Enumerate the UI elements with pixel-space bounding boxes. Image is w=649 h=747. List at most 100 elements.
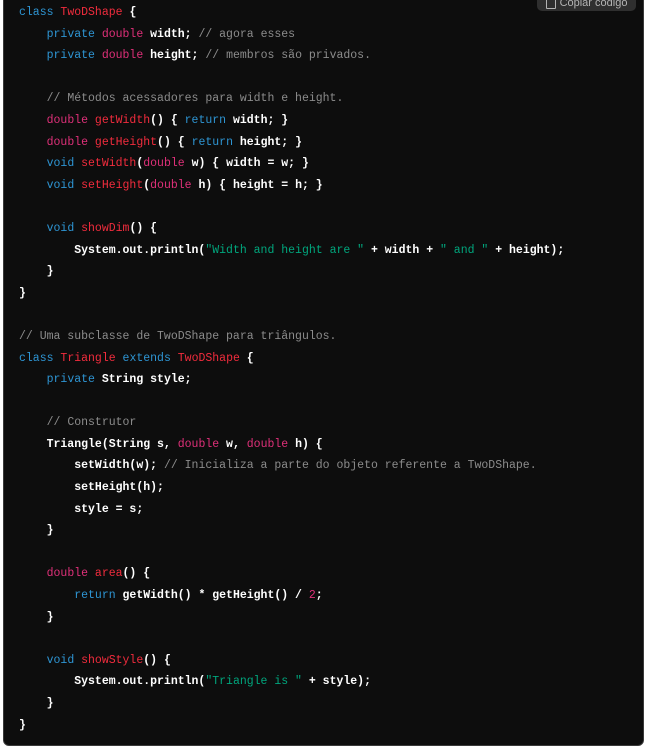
code-line: // Construtor [19,412,564,434]
type-token: 2 [308,589,316,603]
comment-token: // Uma subclasse de TwoDShape para triân… [19,329,337,343]
code-token: width; } [232,113,289,127]
code-token: height; } [239,135,302,149]
code-token: style = s; [19,502,144,516]
code-line: void showDim() { [19,218,564,240]
code-line: // Métodos acessadores para width e heig… [19,88,564,110]
code-token: } [19,697,54,710]
code-line: } [19,715,564,737]
code-token: setHeight(h); [19,481,164,495]
comment-token: // Métodos acessadores para width e heig… [46,92,344,106]
code-line: class Triangle extends TwoDShape { [19,348,564,370]
keyword-token: void [46,221,82,235]
code-token: System.out.println( [19,675,206,689]
code-line: private String style; [19,369,564,391]
code-line: // Uma subclasse de TwoDShape para triân… [19,326,564,348]
type-token: double [101,27,151,41]
comment-token: // Inicializa a parte do objeto referent… [163,459,537,473]
type-token: double [46,567,95,581]
code-line: } [19,607,564,629]
code-content: class TwoDShape { private double width; … [19,2,564,736]
code-line: setHeight(h); [19,477,564,499]
code-token: width; [150,27,199,41]
identifier-token: area [94,567,123,581]
code-token: System.out.println( [19,243,206,257]
code-token: + height); [488,243,565,257]
code-line: } [19,693,564,715]
code-token: Triangle(String s, [19,437,178,451]
keyword-token: return [184,113,233,127]
code-line: System.out.println("Width and height are… [19,240,564,262]
code-line: setWidth(w); // Inicializa a parte do ob… [19,455,564,477]
code-token: () { [122,567,151,581]
string-token: "Width and height are " [205,243,365,257]
code-token: () { [143,653,171,667]
code-token: } [19,265,54,279]
code-line: class TwoDShape { [19,2,564,24]
code-line: void setWidth(double w) { width = w; } [19,153,564,175]
keyword-token: extends [122,351,178,365]
type-token: double [143,157,192,171]
identifier-token: showStyle [81,653,144,667]
comment-token: // membros são privados. [205,49,371,63]
copy-code-label: Copiar código [559,0,628,9]
code-line: Triangle(String s, double w, double h) { [19,434,564,456]
code-token: h) { height = h; } [198,178,323,192]
keyword-token: class [19,351,61,365]
code-token: getWidth() * getHeight() / [122,589,309,603]
keyword-token: class [19,6,61,19]
keyword-token: private [46,27,102,41]
code-line: void setHeight(double h) { height = h; } [19,175,564,197]
string-token: " and " [440,243,489,257]
keyword-token: return [191,135,240,149]
code-line: } [19,261,564,283]
code-token: w) { width = w; } [191,157,309,171]
code-line: private double height; // membros são pr… [19,45,564,67]
code-token: w, [226,437,247,451]
type-token: double [46,135,95,149]
code-token: } [19,718,26,732]
identifier-token: setWidth [81,157,137,171]
code-line: private double width; // agora esses [19,24,564,46]
code-token: () { [150,113,185,127]
keyword-token: void [46,157,82,171]
code-token: () { [129,221,158,235]
identifier-token: showDim [81,221,130,235]
type-token: double [150,178,199,192]
code-line: void showStyle() { [19,650,564,672]
code-token: } [19,610,54,624]
identifier-token: Triangle [60,351,123,365]
code-token: } [19,286,26,300]
keyword-token: private [46,49,102,63]
keyword-token: return [74,589,123,603]
code-line: } [19,283,564,305]
code-token: { [239,351,254,365]
identifier-token: getHeight [94,135,158,149]
code-token: setWidth(w); [19,459,164,473]
code-token: + style); [301,675,371,689]
code-line: style = s; [19,499,564,521]
type-token: double [101,49,151,63]
identifier-token: setHeight [81,178,144,192]
code-line: System.out.println("Triangle is " + styl… [19,671,564,693]
code-token: ; [315,589,323,603]
code-line: double area() { [19,563,564,585]
code-line: double getWidth() { return width; } [19,110,564,132]
code-line: double getHeight() { return height; } [19,132,564,154]
